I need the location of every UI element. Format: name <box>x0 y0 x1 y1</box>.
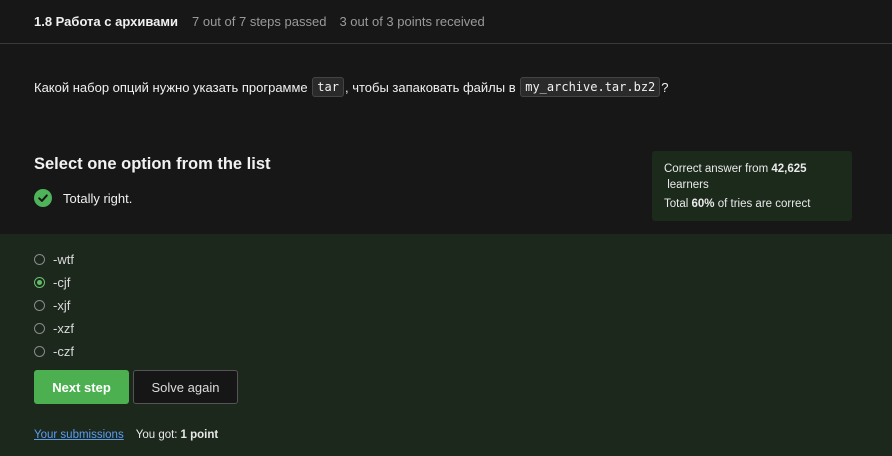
top-bar: 1.8 Работа с архивами 7 out of 7 steps p… <box>0 0 892 44</box>
score-value: 1 point <box>180 429 219 441</box>
answer-stats: Correct answer from 42,625 learners Tota… <box>652 151 852 221</box>
result-status: Totally right. <box>34 189 132 207</box>
code-snippet-archive: my_archive.tar.bz2 <box>520 77 661 97</box>
stats-text: of tries are correct <box>714 198 811 210</box>
stats-text: Correct answer from <box>664 163 772 175</box>
radio-button[interactable] <box>34 323 45 334</box>
score-label: You got: <box>135 429 178 441</box>
points-progress: 3 out of 3 points received <box>339 14 485 29</box>
option-list: -wtf -cjf -xjf -xzf -czf <box>34 248 74 363</box>
radio-button-selected[interactable] <box>34 277 45 288</box>
option-label: -wtf <box>53 252 74 267</box>
radio-button[interactable] <box>34 346 45 357</box>
check-circle-icon <box>34 189 52 207</box>
stats-text: learners <box>664 179 709 191</box>
option-item[interactable]: -czf <box>34 340 74 363</box>
result-status-text: Totally right. <box>63 190 133 206</box>
steps-progress: 7 out of 7 steps passed <box>192 14 327 29</box>
radio-button[interactable] <box>34 254 45 265</box>
question-text-part: Какой набор опций нужно указать программ… <box>34 79 312 95</box>
quiz-heading: Select one option from the list <box>34 155 271 173</box>
option-label: -czf <box>53 344 74 359</box>
question-text-part: , чтобы запаковать файлы в <box>344 79 520 95</box>
option-item[interactable]: -xjf <box>34 294 74 317</box>
option-label: -xjf <box>53 298 71 313</box>
option-label: -cjf <box>53 275 71 290</box>
code-snippet-program: tar <box>312 77 344 97</box>
radio-button[interactable] <box>34 300 45 311</box>
next-step-button[interactable]: Next step <box>34 370 129 404</box>
stats-text: Total <box>664 198 692 210</box>
correct-percent: 60% <box>691 198 715 210</box>
option-item[interactable]: -cjf <box>34 271 74 294</box>
answer-panel: -wtf -cjf -xjf -xzf -czf Next step Solve… <box>0 234 892 456</box>
your-submissions-link[interactable]: Your submissions <box>34 429 124 441</box>
solve-again-button[interactable]: Solve again <box>133 370 238 404</box>
question-text-part: ? <box>661 79 669 95</box>
stats-line-learners: Correct answer from 42,625 learners <box>664 161 840 193</box>
option-label: -xzf <box>53 321 74 336</box>
question-text: Какой набор опций нужно указать программ… <box>34 77 669 97</box>
option-item[interactable]: -wtf <box>34 248 74 271</box>
stats-line-percent: Total 60% of tries are correct <box>664 196 840 212</box>
learners-count: 42,625 <box>771 163 807 175</box>
submission-footer: Your submissions You got: 1 point <box>34 429 218 441</box>
lesson-title[interactable]: 1.8 Работа с архивами <box>34 14 178 29</box>
option-item[interactable]: -xzf <box>34 317 74 340</box>
score-summary: You got: 1 point <box>136 429 219 441</box>
